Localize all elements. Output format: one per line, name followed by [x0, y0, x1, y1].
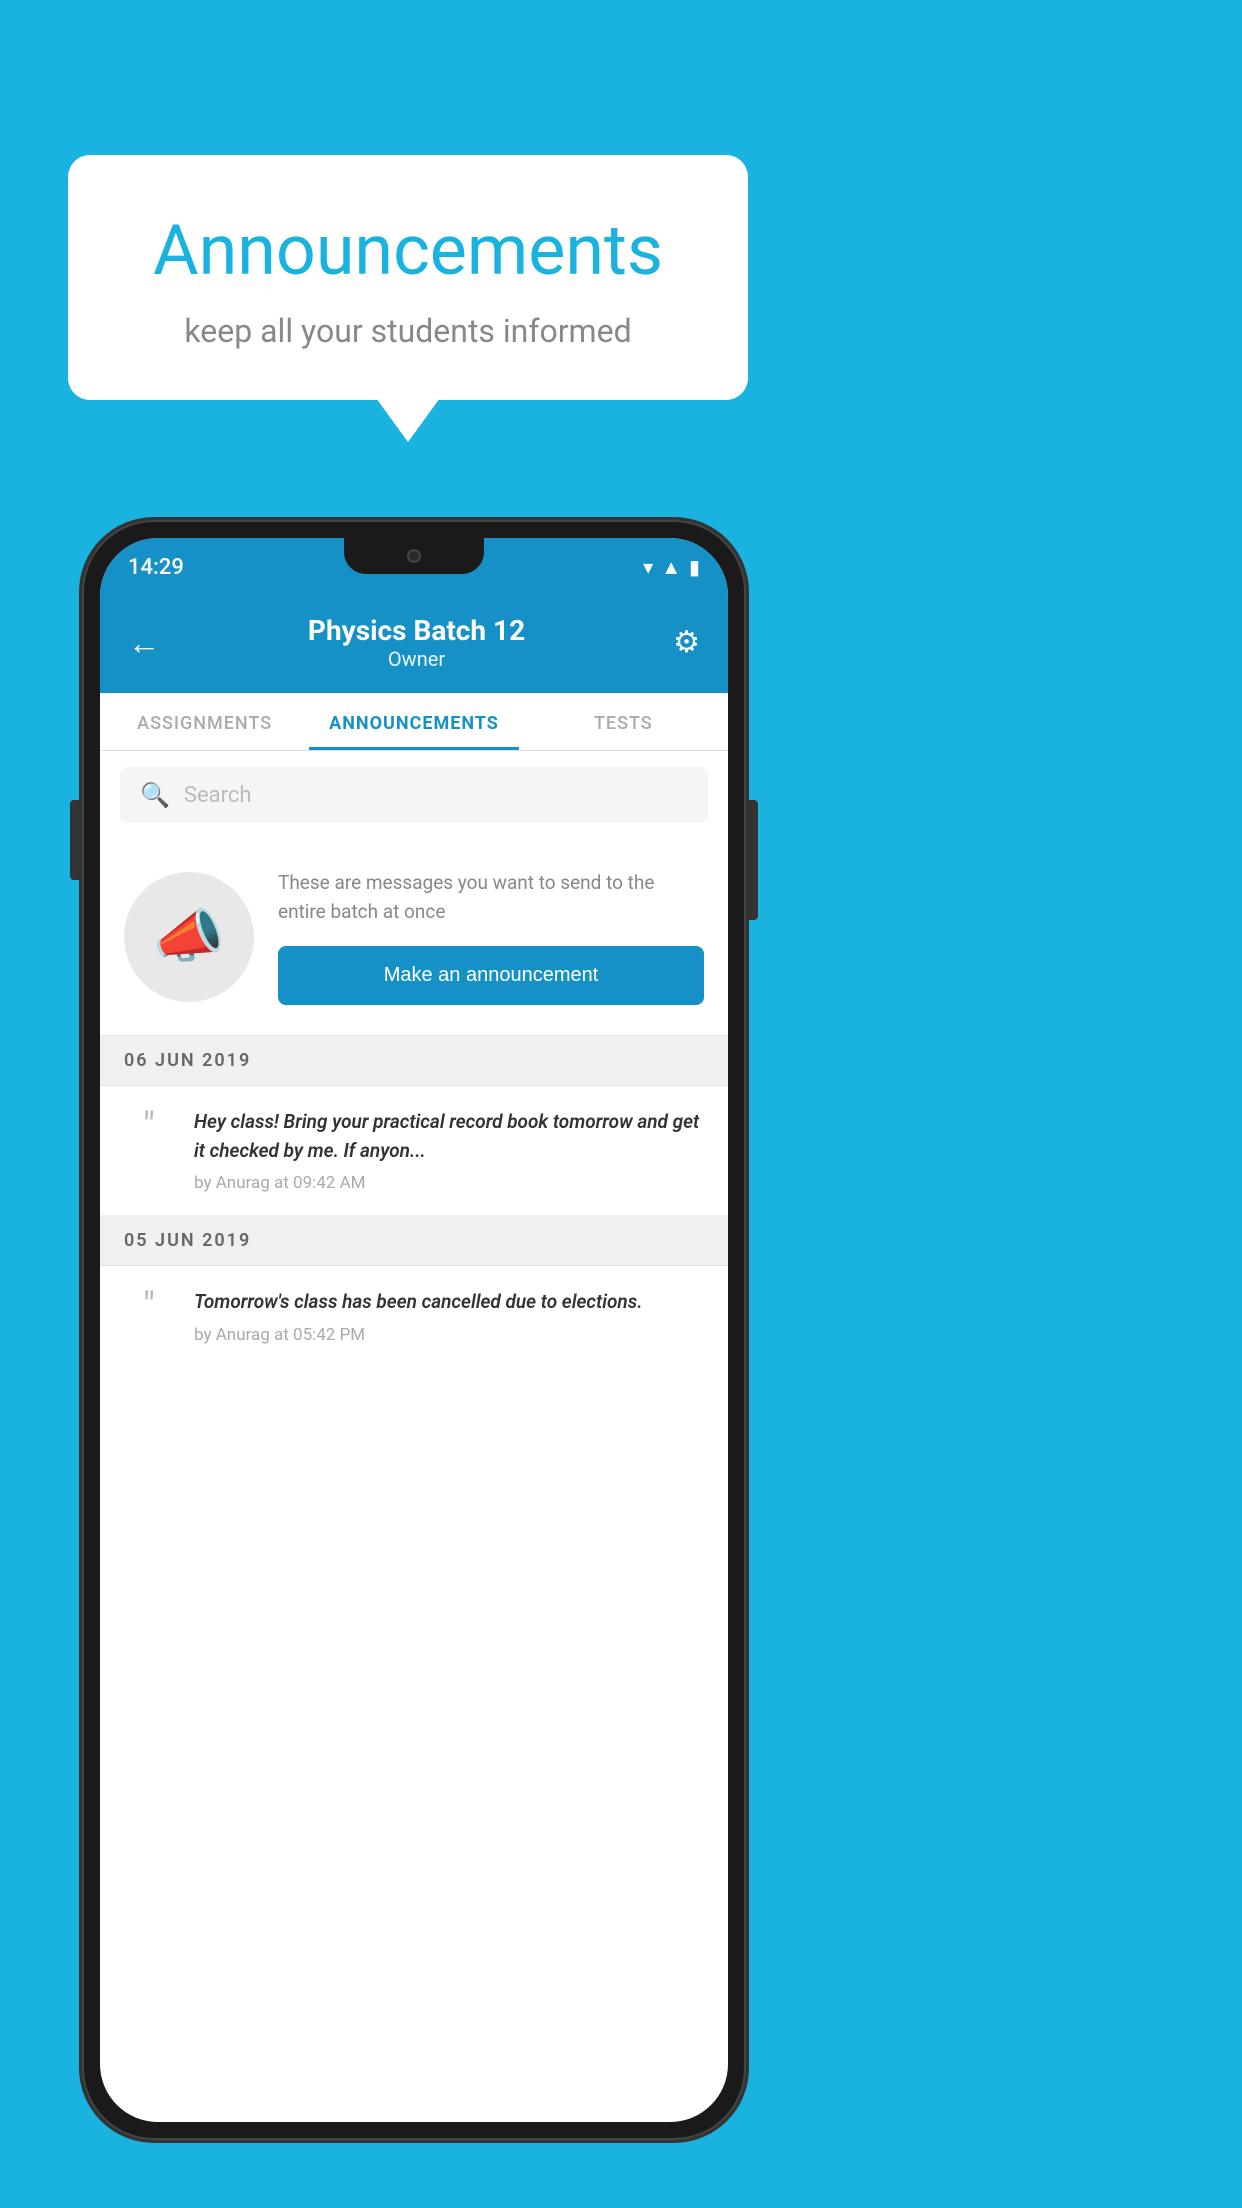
- search-container: 🔍 Search: [100, 751, 728, 839]
- header-title: Physics Batch 12: [308, 614, 525, 647]
- status-bar: 14:29 ▾ ▲ ▮: [100, 538, 728, 596]
- tab-assignments[interactable]: ASSIGNMENTS: [100, 693, 309, 750]
- quote-icon-2: ": [143, 1285, 155, 1329]
- announcement-item-1: " Hey class! Bring your practical record…: [100, 1086, 728, 1216]
- gear-icon[interactable]: ⚙: [673, 625, 700, 660]
- back-button[interactable]: ←: [128, 624, 160, 662]
- prompt-text: These are messages you want to send to t…: [278, 869, 704, 926]
- quote-icon-container-1: ": [124, 1108, 174, 1146]
- make-announcement-button[interactable]: Make an announcement: [278, 946, 704, 1005]
- date-separator-1: 06 JUN 2019: [100, 1036, 728, 1086]
- announcement-content-1: Hey class! Bring your practical record b…: [194, 1108, 704, 1193]
- header-subtitle: Owner: [308, 647, 525, 671]
- announcement-content-2: Tomorrow's class has been cancelled due …: [194, 1288, 704, 1345]
- announcement-message-2[interactable]: Tomorrow's class has been cancelled due …: [194, 1288, 704, 1317]
- tab-tests[interactable]: TESTS: [519, 693, 728, 750]
- camera-dot: [407, 549, 421, 563]
- search-placeholder: Search: [184, 783, 252, 808]
- bubble-subtitle: keep all your students informed: [128, 312, 688, 350]
- phone-outer: 14:29 ▾ ▲ ▮ ← Physics Batch 12 Owner ⚙: [82, 520, 746, 2140]
- search-bar[interactable]: 🔍 Search: [120, 767, 708, 823]
- quote-icon-1: ": [143, 1105, 155, 1149]
- announcement-meta-1: by Anurag at 09:42 AM: [194, 1173, 704, 1193]
- announcement-message-1[interactable]: Hey class! Bring your practical record b…: [194, 1108, 704, 1165]
- wifi-icon: ▾: [643, 555, 653, 579]
- notch: [344, 538, 484, 574]
- tab-announcements[interactable]: ANNOUNCEMENTS: [309, 693, 518, 750]
- phone-container: 14:29 ▾ ▲ ▮ ← Physics Batch 12 Owner ⚙: [82, 520, 746, 2140]
- tabs-bar: ASSIGNMENTS ANNOUNCEMENTS TESTS: [100, 693, 728, 751]
- announcement-prompt: 📣 These are messages you want to send to…: [100, 839, 728, 1036]
- signal-icon: ▲: [661, 555, 681, 580]
- speech-bubble: Announcements keep all your students inf…: [68, 155, 748, 400]
- status-icons: ▾ ▲ ▮: [643, 555, 700, 580]
- megaphone-icon: 📣: [153, 903, 225, 971]
- speech-bubble-container: Announcements keep all your students inf…: [68, 155, 748, 400]
- header-center: Physics Batch 12 Owner: [308, 614, 525, 671]
- status-time: 14:29: [128, 555, 184, 580]
- battery-icon: ▮: [689, 555, 700, 579]
- announcement-meta-2: by Anurag at 05:42 PM: [194, 1325, 704, 1345]
- prompt-right: These are messages you want to send to t…: [278, 869, 704, 1005]
- megaphone-circle: 📣: [124, 872, 254, 1002]
- quote-icon-container-2: ": [124, 1288, 174, 1326]
- search-icon: 🔍: [140, 781, 170, 809]
- bubble-title: Announcements: [128, 210, 688, 292]
- date-separator-2: 05 JUN 2019: [100, 1216, 728, 1266]
- announcement-item-2: " Tomorrow's class has been cancelled du…: [100, 1266, 728, 1367]
- phone-screen: 14:29 ▾ ▲ ▮ ← Physics Batch 12 Owner ⚙: [100, 538, 728, 2122]
- app-header: ← Physics Batch 12 Owner ⚙: [100, 596, 728, 693]
